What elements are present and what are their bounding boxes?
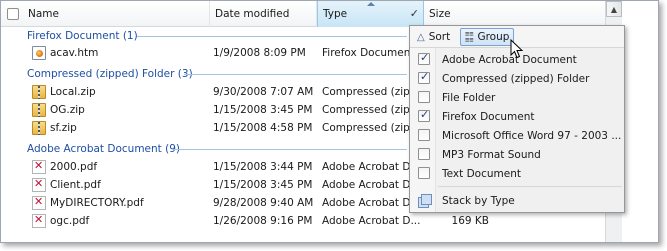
- menu-item-label: MP3 Format Sound: [442, 148, 541, 161]
- menu-item-checkbox[interactable]: [418, 91, 430, 103]
- file-date: 1/15/2008 3:44 PM: [213, 161, 313, 173]
- file-name: OG.zip: [50, 104, 85, 116]
- menu-item-checkbox[interactable]: [418, 51, 430, 65]
- htm-file-icon: [32, 46, 46, 60]
- group-label: Group: [477, 31, 510, 43]
- file-date: 9/28/2008 9:40 AM: [213, 197, 314, 209]
- menu-item-text-document[interactable]: Text Document: [410, 164, 624, 183]
- menu-item-label: Text Document: [442, 167, 521, 180]
- group-label: Adobe Acrobat Document (9): [27, 143, 180, 155]
- file-date: 1/15/2008 4:58 PM: [213, 122, 313, 134]
- group-divider: [184, 74, 407, 75]
- table-row[interactable]: ogc.pdf 1/26/2008 9:16 PM Adobe Acrobat …: [1, 212, 605, 230]
- sort-label: Sort: [428, 31, 451, 43]
- file-date: 1/15/2008 3:45 PM: [213, 179, 313, 191]
- column-date-label: Date modified: [215, 8, 290, 20]
- column-name[interactable]: Name: [1, 1, 210, 27]
- menu-item-checkbox[interactable]: [418, 129, 430, 141]
- file-name: ogc.pdf: [50, 215, 90, 227]
- stack-icon: [418, 194, 432, 208]
- menu-item-checkbox[interactable]: [418, 70, 430, 84]
- file-name: sf.zip: [50, 122, 77, 134]
- menu-item-checkbox[interactable]: [418, 167, 430, 179]
- group-divider: [137, 36, 407, 37]
- group-header[interactable]: Adobe Acrobat Document (9): [1, 140, 407, 158]
- pdf-file-icon: [32, 177, 46, 192]
- file-date: 1/9/2008 8:09 PM: [213, 47, 306, 59]
- group-button[interactable]: ≡≡ ≡≡ Group: [460, 28, 515, 46]
- scroll-up-arrow-icon[interactable]: ▲: [606, 1, 622, 17]
- sort-indicator-icon: [366, 2, 375, 6]
- menu-separator: [438, 186, 622, 187]
- column-date-modified[interactable]: Date modified: [210, 1, 317, 27]
- file-name: MyDIRECTORY.pdf: [50, 197, 144, 209]
- filter-check-icon[interactable]: ✓: [410, 7, 419, 20]
- column-type-label: Type: [323, 8, 348, 20]
- file-type: Firefox Document: [322, 47, 415, 59]
- file-name: acav.htm: [50, 47, 99, 59]
- file-date: 1/15/2008 3:45 PM: [213, 104, 313, 116]
- group-divider: [173, 149, 407, 150]
- menu-item-label: Stack by Type: [442, 194, 515, 207]
- menu-item-firefox-document[interactable]: Firefox Document: [410, 107, 624, 126]
- column-type[interactable]: Type ✓: [317, 1, 424, 27]
- file-name: 2000.pdf: [50, 161, 98, 173]
- group-icon: ≡≡ ≡≡: [465, 30, 474, 44]
- menu-item-label: Microsoft Office Word 97 - 2003 ...: [442, 129, 622, 142]
- group-label: Compressed (zipped) Folder (3): [27, 68, 193, 80]
- zip-folder-icon: [32, 103, 46, 117]
- zip-folder-icon: [32, 121, 46, 135]
- file-type: Adobe Acrobat D...: [322, 179, 421, 191]
- pdf-file-icon: [32, 195, 46, 210]
- column-size-label: Size: [429, 8, 451, 20]
- file-type: Adobe Acrobat D...: [322, 197, 421, 209]
- file-date: 1/26/2008 9:16 PM: [213, 215, 313, 227]
- file-name: Local.zip: [50, 86, 96, 98]
- file-size: 169 KB: [451, 215, 489, 227]
- menu-item-label: Firefox Document: [442, 110, 535, 123]
- menu-item-checkbox[interactable]: [418, 108, 430, 122]
- menu-item-label: Compressed (zipped) Folder: [442, 72, 590, 85]
- zip-folder-icon: [32, 85, 46, 99]
- menu-item-label: File Folder: [442, 91, 496, 104]
- column-header: Name Date modified Type ✓ Size: [1, 1, 605, 27]
- menu-item-mp3-sound[interactable]: MP3 Format Sound: [410, 145, 624, 164]
- menu-item-stack-by-type[interactable]: Stack by Type: [410, 191, 624, 210]
- pdf-file-icon: [32, 159, 46, 174]
- file-list-window: Name Date modified Type ✓ Size Firefox D…: [0, 0, 659, 243]
- group-header[interactable]: Firefox Document (1): [1, 27, 407, 45]
- group-header[interactable]: Compressed (zipped) Folder (3): [1, 65, 407, 83]
- menu-item-checkbox[interactable]: [418, 148, 430, 160]
- file-type: Adobe Acrobat D...: [322, 215, 421, 227]
- window-edge: [622, 1, 658, 242]
- column-size[interactable]: Size: [424, 1, 605, 27]
- file-type: Adobe Acrobat D...: [322, 161, 421, 173]
- mouse-pointer-icon: [510, 39, 524, 59]
- sort-button[interactable]: △ Sort: [413, 28, 454, 46]
- menu-item-compressed-folder[interactable]: Compressed (zipped) Folder: [410, 69, 624, 88]
- sort-triangle-icon: △: [417, 31, 425, 43]
- select-all-checkbox[interactable]: [7, 8, 19, 20]
- file-name: Client.pdf: [50, 179, 101, 191]
- menu-item-word-document[interactable]: Microsoft Office Word 97 - 2003 ...: [410, 126, 624, 145]
- column-name-label: Name: [28, 8, 59, 20]
- file-date: 9/30/2008 7:07 AM: [213, 86, 314, 98]
- group-label: Firefox Document (1): [27, 30, 138, 42]
- pdf-file-icon: [32, 213, 46, 228]
- menu-item-file-folder[interactable]: File Folder: [410, 88, 624, 107]
